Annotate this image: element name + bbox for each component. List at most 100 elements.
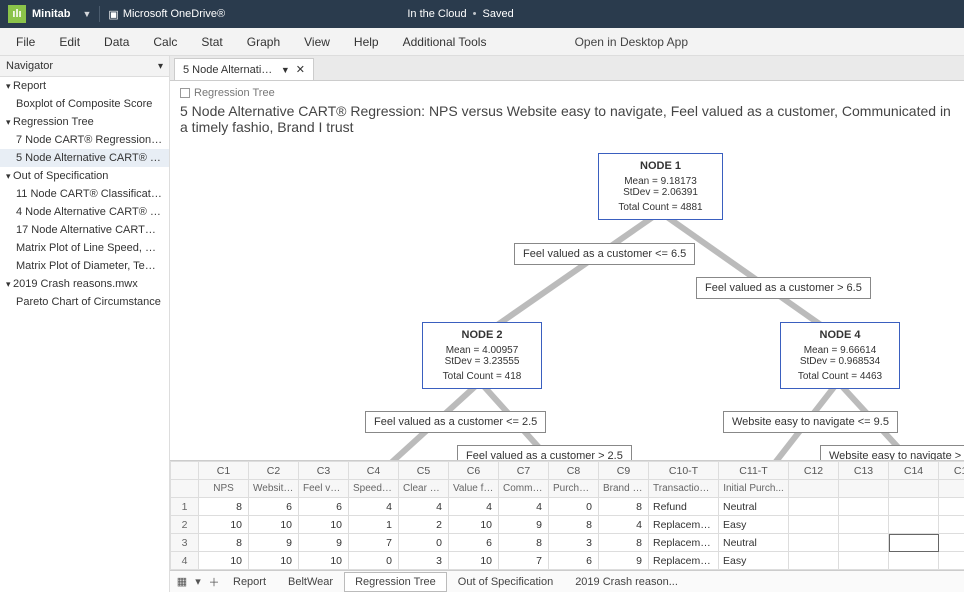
cell[interactable]: 9 bbox=[499, 516, 549, 534]
column-header[interactable]: C1 bbox=[199, 462, 249, 480]
column-name[interactable]: Initial Purch... bbox=[719, 480, 789, 498]
cell[interactable]: Replacement bbox=[649, 534, 719, 552]
cell[interactable]: 10 bbox=[199, 516, 249, 534]
open-desktop-app[interactable]: Open in Desktop App bbox=[563, 29, 700, 55]
cell[interactable]: 8 bbox=[599, 534, 649, 552]
cell[interactable]: 6 bbox=[549, 552, 599, 570]
tab-dropdown-icon[interactable]: ▼ bbox=[281, 65, 290, 75]
cell[interactable]: 8 bbox=[599, 498, 649, 516]
column-name[interactable]: Communicat... bbox=[499, 480, 549, 498]
nav-item[interactable]: 5 Node Alternative CART® Regression: ... bbox=[0, 149, 169, 167]
column-header[interactable]: C11-T bbox=[719, 462, 789, 480]
column-name[interactable] bbox=[789, 480, 839, 498]
menu-stat[interactable]: Stat bbox=[189, 29, 234, 55]
cell[interactable] bbox=[839, 552, 889, 570]
cell[interactable]: 4 bbox=[449, 498, 499, 516]
add-sheet-icon[interactable]: ＋ bbox=[206, 574, 222, 590]
cell[interactable]: 4 bbox=[599, 516, 649, 534]
sheet-tab[interactable]: 2019 Crash reason... bbox=[564, 572, 689, 592]
sheet-tab[interactable]: BeltWear bbox=[277, 572, 344, 592]
cell[interactable]: 4 bbox=[399, 498, 449, 516]
column-name[interactable]: Feel valued ... bbox=[299, 480, 349, 498]
nav-item[interactable]: Matrix Plot of Diameter, Temperature bbox=[0, 257, 169, 275]
tab-close-icon[interactable]: ✕ bbox=[296, 63, 305, 76]
nav-item[interactable]: Report bbox=[0, 77, 169, 95]
column-header[interactable]: C12 bbox=[789, 462, 839, 480]
nav-item[interactable]: 7 Node CART® Regression: NPS versus ... bbox=[0, 131, 169, 149]
cell[interactable]: 7 bbox=[349, 534, 399, 552]
sheet-menu-icon[interactable]: ▾ bbox=[190, 575, 206, 588]
column-name[interactable]: Clear proce... bbox=[399, 480, 449, 498]
column-header[interactable]: C7 bbox=[499, 462, 549, 480]
menu-view[interactable]: View bbox=[292, 29, 342, 55]
column-header[interactable]: C15 bbox=[939, 462, 964, 480]
menu-edit[interactable]: Edit bbox=[47, 29, 92, 55]
cell[interactable]: Neutral bbox=[719, 498, 789, 516]
nav-item[interactable]: 2019 Crash reasons.mwx bbox=[0, 275, 169, 293]
cell[interactable]: Refund bbox=[649, 498, 719, 516]
cell[interactable]: 10 bbox=[249, 552, 299, 570]
cell[interactable]: 6 bbox=[449, 534, 499, 552]
cell[interactable]: 10 bbox=[299, 516, 349, 534]
cell[interactable] bbox=[939, 552, 964, 570]
corner-cell[interactable] bbox=[171, 462, 199, 480]
column-name[interactable]: Value for the... bbox=[449, 480, 499, 498]
cell[interactable]: 10 bbox=[299, 552, 349, 570]
menu-additional-tools[interactable]: Additional Tools bbox=[391, 29, 499, 55]
column-name[interactable]: NPS bbox=[199, 480, 249, 498]
column-header[interactable]: C8 bbox=[549, 462, 599, 480]
nav-item[interactable]: 11 Node CART® Classification: Target ver… bbox=[0, 185, 169, 203]
cell[interactable]: 4 bbox=[499, 498, 549, 516]
nav-item[interactable]: 4 Node Alternative CART® Classification:… bbox=[0, 203, 169, 221]
worksheet-grid[interactable]: C1C2C3C4C5C6C7C8C9C10-TC11-TC12C13C14C15… bbox=[170, 460, 964, 570]
sheet-tab[interactable]: Regression Tree bbox=[344, 572, 447, 592]
cell[interactable] bbox=[889, 534, 939, 552]
cell[interactable]: 10 bbox=[449, 516, 499, 534]
nav-item[interactable]: Matrix Plot of Line Speed, Diameter, Tem… bbox=[0, 239, 169, 257]
document-tab[interactable]: 5 Node Alternativ... ▼ ✕ bbox=[174, 58, 314, 80]
menu-data[interactable]: Data bbox=[92, 29, 141, 55]
cell[interactable]: 2 bbox=[399, 516, 449, 534]
cell[interactable]: 8 bbox=[199, 534, 249, 552]
row-header[interactable]: 4 bbox=[171, 552, 199, 570]
column-header[interactable]: C9 bbox=[599, 462, 649, 480]
row-header[interactable]: 2 bbox=[171, 516, 199, 534]
cell[interactable]: 9 bbox=[299, 534, 349, 552]
cell[interactable]: 0 bbox=[349, 552, 399, 570]
column-name[interactable] bbox=[939, 480, 964, 498]
cell[interactable]: 10 bbox=[449, 552, 499, 570]
cell[interactable] bbox=[839, 534, 889, 552]
cell[interactable]: 3 bbox=[399, 552, 449, 570]
cell[interactable]: 3 bbox=[549, 534, 599, 552]
dropdown-icon[interactable]: ▼ bbox=[83, 9, 92, 19]
sheet-tab[interactable]: Out of Specification bbox=[447, 572, 564, 592]
column-header[interactable]: C2 bbox=[249, 462, 299, 480]
navigator-menu-icon[interactable]: ▾ bbox=[158, 61, 163, 72]
cell[interactable]: 6 bbox=[299, 498, 349, 516]
cell[interactable] bbox=[789, 516, 839, 534]
cell[interactable]: 8 bbox=[549, 516, 599, 534]
cell[interactable]: 7 bbox=[499, 552, 549, 570]
nav-item[interactable]: Pareto Chart of Circumstance bbox=[0, 293, 169, 311]
cell[interactable] bbox=[889, 498, 939, 516]
nav-item[interactable]: 17 Node Alternative CART® Classificatio.… bbox=[0, 221, 169, 239]
cell[interactable]: 1 bbox=[349, 516, 399, 534]
column-name[interactable]: Website eas... bbox=[249, 480, 299, 498]
nav-item[interactable]: Boxplot of Composite Score bbox=[0, 95, 169, 113]
menu-graph[interactable]: Graph bbox=[235, 29, 292, 55]
cell[interactable] bbox=[889, 552, 939, 570]
menu-help[interactable]: Help bbox=[342, 29, 391, 55]
column-name[interactable] bbox=[889, 480, 939, 498]
column-name[interactable]: Brand I trust bbox=[599, 480, 649, 498]
column-header[interactable]: C13 bbox=[839, 462, 889, 480]
menu-file[interactable]: File bbox=[4, 29, 47, 55]
column-header[interactable]: C4 bbox=[349, 462, 399, 480]
row-header[interactable]: 3 bbox=[171, 534, 199, 552]
cell[interactable]: 0 bbox=[549, 498, 599, 516]
cell[interactable]: Easy bbox=[719, 516, 789, 534]
cell[interactable]: Easy bbox=[719, 552, 789, 570]
cell[interactable]: 10 bbox=[249, 516, 299, 534]
nav-item[interactable]: Out of Specification bbox=[0, 167, 169, 185]
cell[interactable] bbox=[839, 516, 889, 534]
cell[interactable] bbox=[939, 498, 964, 516]
